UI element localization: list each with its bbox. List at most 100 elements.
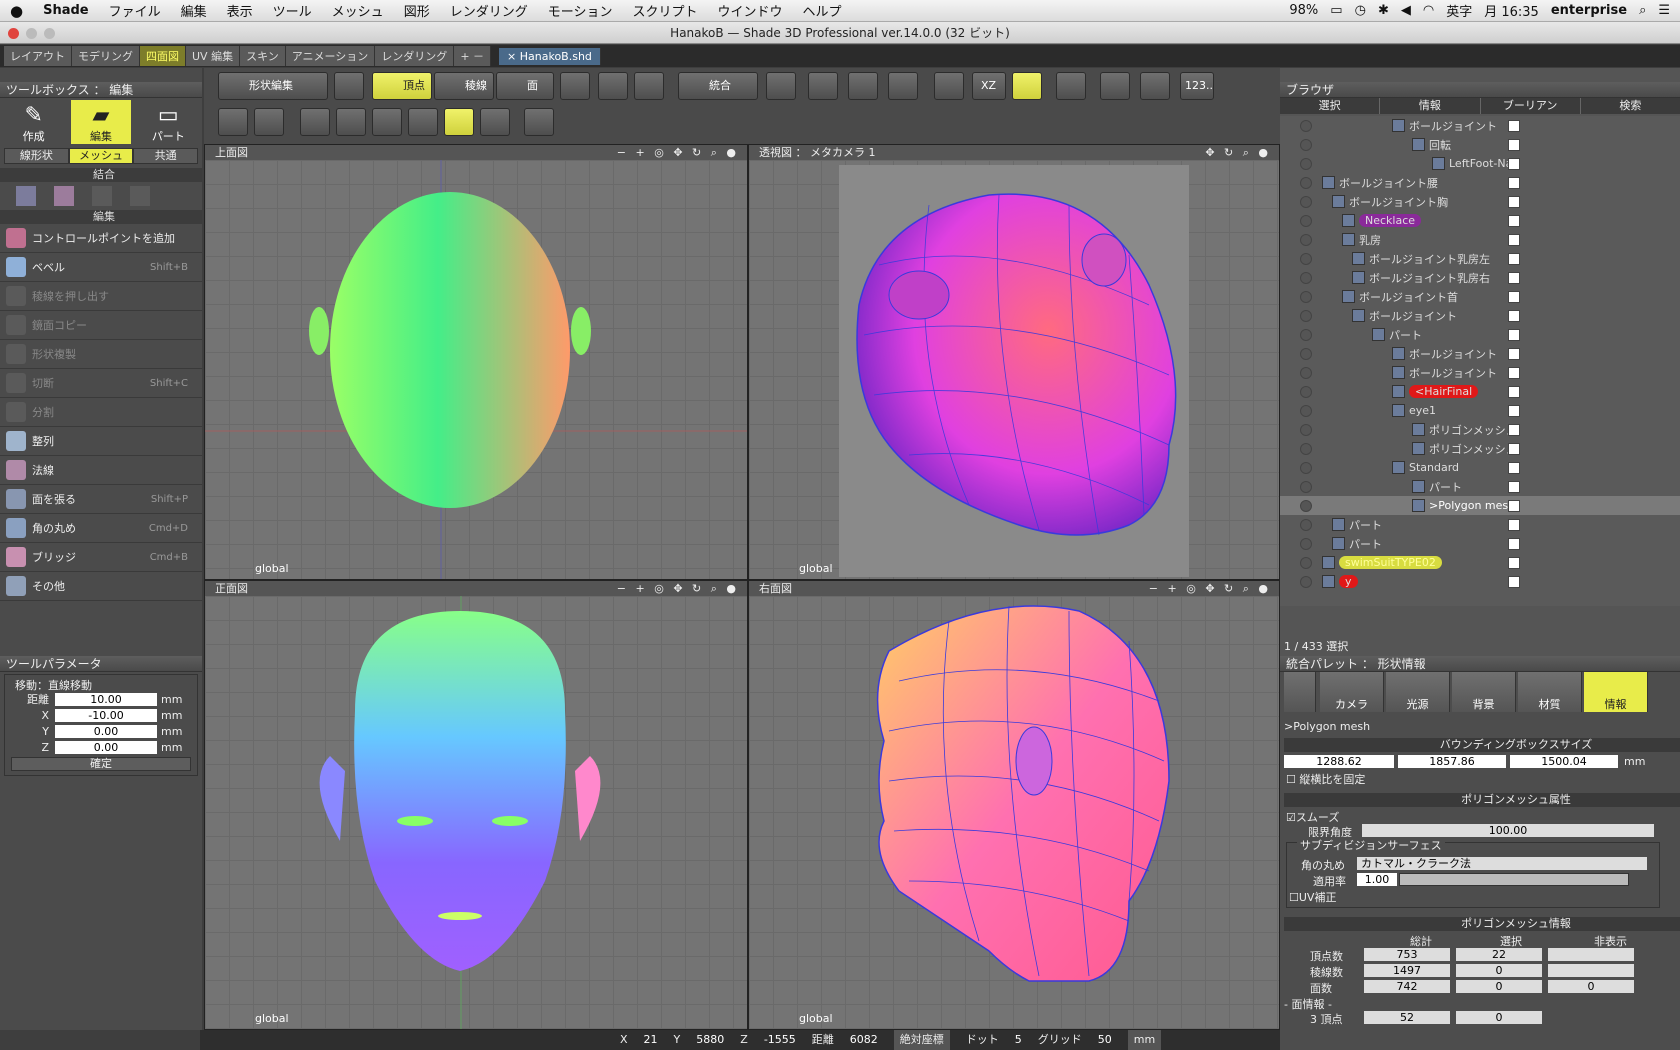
menu-motion[interactable]: モーション: [538, 1, 623, 20]
render-checkbox[interactable]: [1508, 195, 1520, 208]
tab-rendering[interactable]: レンダリング: [375, 46, 455, 66]
axis-mode-label[interactable]: global: [255, 562, 289, 575]
browser-row[interactable]: ボールジョイント乳房左: [1280, 249, 1680, 268]
close-window-button[interactable]: [8, 28, 19, 39]
tab-four-view[interactable]: 四面図: [140, 46, 186, 66]
render-checkbox[interactable]: [1508, 499, 1520, 512]
render-checkbox[interactable]: [1508, 366, 1520, 379]
keep-ratio-checkbox[interactable]: ☐ 縦横比を固定: [1286, 771, 1365, 787]
distance-field[interactable]: 10.00: [55, 692, 157, 706]
render-button[interactable]: [1140, 72, 1170, 100]
visibility-toggle[interactable]: [1300, 309, 1312, 322]
camera-button[interactable]: カメラ: [1320, 672, 1384, 712]
visibility-toggle[interactable]: [1300, 442, 1312, 455]
menu-window[interactable]: ウインドウ: [707, 1, 792, 20]
visibility-toggle[interactable]: [1300, 176, 1312, 189]
browser-row[interactable]: ポリゴンメッシュ: [1280, 420, 1680, 439]
render-checkbox[interactable]: [1508, 442, 1520, 455]
center-button[interactable]: [848, 72, 878, 100]
render-checkbox[interactable]: [1508, 575, 1520, 588]
render-checkbox[interactable]: [1508, 347, 1520, 360]
rotate-button[interactable]: [598, 72, 628, 100]
lasso-button[interactable]: [634, 72, 664, 100]
edit-mode-button[interactable]: ▰ 編集: [70, 100, 131, 144]
background-button[interactable]: 背景: [1452, 672, 1516, 712]
tab-modeling[interactable]: モデリング: [72, 46, 140, 66]
browser-row[interactable]: ポリゴンメッシュ: [1280, 439, 1680, 458]
browser-row[interactable]: eye1: [1280, 401, 1680, 420]
visibility-toggle[interactable]: [1300, 233, 1312, 246]
four-view-button[interactable]: [1012, 72, 1042, 100]
tab-mesh[interactable]: メッシュ: [68, 148, 134, 164]
browser-row[interactable]: >Polygon mesh: [1280, 496, 1680, 515]
viewport-perspective[interactable]: 透視図 ： メタカメラ 1 ✥ ↻ ⌕ ● global: [748, 144, 1280, 580]
z-field[interactable]: 0.00: [55, 740, 157, 754]
browser-row[interactable]: ボールジョイント乳房右: [1280, 268, 1680, 287]
tab-layout[interactable]: レイアウト: [4, 46, 72, 66]
browser-row[interactable]: ボールジョイント首: [1280, 287, 1680, 306]
y-field[interactable]: 0.00: [55, 724, 157, 738]
spotlight-icon[interactable]: ⌕: [1639, 3, 1646, 18]
tool-mirror-copy[interactable]: 鏡面コピー: [0, 311, 202, 340]
clock[interactable]: 月 16:35: [1484, 1, 1539, 20]
tool-row2-button[interactable]: [300, 108, 330, 136]
browser-row[interactable]: ボールジョイント: [1280, 116, 1680, 135]
viewport-front[interactable]: 正面図 − + ◎ ✥ ↻ ⌕ ● global: [204, 580, 748, 1030]
bbox-z-field[interactable]: 1500.04: [1510, 755, 1618, 768]
grid-value[interactable]: 50: [1098, 1030, 1112, 1050]
bbox-section[interactable]: バウンディングボックスサイズ: [1284, 738, 1680, 752]
browser-row[interactable]: swimSuitTYPE02: [1280, 553, 1680, 572]
render-checkbox[interactable]: [1508, 290, 1520, 303]
tool-normal[interactable]: 法線: [0, 456, 202, 485]
layers-button[interactable]: [888, 72, 918, 100]
merge-tool-icon[interactable]: [130, 186, 150, 206]
battery-status[interactable]: 98%: [1289, 3, 1318, 18]
wax-button[interactable]: [766, 72, 796, 100]
merge-tool-icon[interactable]: [16, 186, 36, 206]
browser-row[interactable]: ボールジョイント: [1280, 344, 1680, 363]
menu-render[interactable]: レンダリング: [440, 1, 538, 20]
shape-info-small-button[interactable]: [1284, 672, 1316, 712]
browser-row[interactable]: パート: [1280, 515, 1680, 534]
snap-button[interactable]: [808, 72, 838, 100]
app-menu[interactable]: Shade: [33, 3, 99, 18]
visibility-toggle[interactable]: [1300, 385, 1312, 398]
tool-duplicate[interactable]: 形状複製: [0, 340, 202, 369]
tool-cut[interactable]: 切断 Shift+C: [0, 369, 202, 398]
render-checkbox[interactable]: [1508, 157, 1520, 170]
globe-button[interactable]: [934, 72, 964, 100]
visibility-toggle[interactable]: [1300, 119, 1312, 132]
time-machine-icon[interactable]: ◷: [1355, 3, 1366, 18]
visibility-toggle[interactable]: [1300, 556, 1312, 569]
tool-row2-button[interactable]: [444, 108, 474, 136]
section-edit[interactable]: 編集: [0, 210, 202, 224]
menu-file[interactable]: ファイル: [99, 1, 171, 20]
render-checkbox[interactable]: [1508, 480, 1520, 493]
menu-script[interactable]: スクリプト: [622, 1, 707, 20]
uv-fix-checkbox[interactable]: ☐UV補正: [1289, 889, 1336, 905]
visibility-toggle[interactable]: [1300, 214, 1312, 227]
rect-select-button[interactable]: [560, 72, 590, 100]
mesh-info-section[interactable]: ポリゴンメッシュ情報: [1284, 917, 1680, 931]
browser-row[interactable]: <HairFinal: [1280, 382, 1680, 401]
apple-icon[interactable]: ●: [0, 2, 33, 20]
vertex-mode-button[interactable]: 頂点: [372, 72, 432, 100]
render-checkbox[interactable]: [1508, 309, 1520, 322]
render-checkbox[interactable]: [1508, 233, 1520, 246]
viewport-right[interactable]: 右面図 − + ◎ ✥ ↻ ⌕ ● global: [748, 580, 1280, 1030]
tool-bridge[interactable]: ブリッジ Cmd+B: [0, 543, 202, 572]
render-checkbox[interactable]: [1508, 252, 1520, 265]
visibility-toggle[interactable]: [1300, 480, 1312, 493]
create-mode-button[interactable]: ✎ 作成: [4, 100, 64, 144]
tab-common[interactable]: 共通: [133, 148, 199, 164]
browser-row[interactable]: Standard: [1280, 458, 1680, 477]
material-button[interactable]: 材質: [1518, 672, 1582, 712]
coordinate-mode-select[interactable]: 絶対座標: [893, 1030, 950, 1050]
part-mode-button[interactable]: ▭ パート: [138, 100, 198, 144]
render-checkbox[interactable]: [1508, 385, 1520, 398]
menu-edit[interactable]: 編集: [171, 1, 217, 20]
render-checkbox[interactable]: [1508, 214, 1520, 227]
visibility-toggle[interactable]: [1300, 157, 1312, 170]
bluetooth-icon[interactable]: ✱: [1378, 3, 1389, 18]
visibility-toggle[interactable]: [1300, 328, 1312, 341]
